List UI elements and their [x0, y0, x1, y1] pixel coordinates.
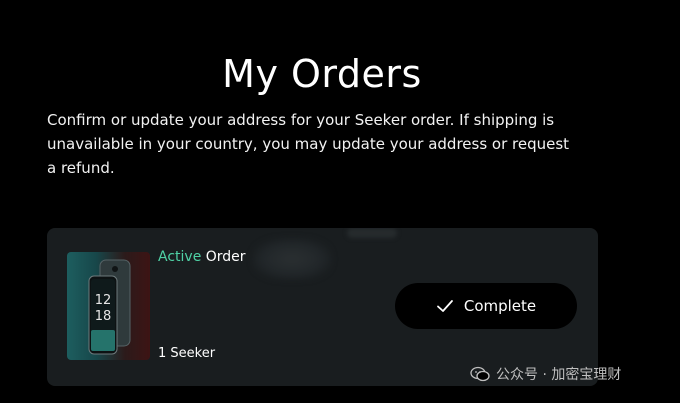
phone-clock-hours: 12: [95, 293, 112, 308]
order-quantity: 1 Seeker: [158, 346, 216, 361]
watermark-text: 公众号 · 加密宝理财: [496, 367, 622, 383]
watermark: 公众号 · 加密宝理财: [470, 364, 621, 384]
product-image: 12 18: [67, 252, 150, 360]
page-description: Confirm or update your address for your …: [47, 111, 570, 177]
wechat-icon: [470, 366, 490, 382]
seeker-phone-image: 12 18: [88, 259, 131, 355]
redacted-order-id: [252, 238, 332, 280]
phone-clock-minutes: 18: [95, 309, 112, 324]
order-card: 12 18 Active Order 1 Seeker Complete: [47, 228, 598, 386]
check-icon: [436, 297, 454, 315]
complete-button-label: Complete: [463, 297, 537, 315]
orders-page: My Orders Confirm or update your address…: [0, 0, 680, 403]
complete-button[interactable]: Complete: [395, 283, 577, 329]
order-status: Active Order: [158, 249, 246, 265]
status-suffix-label: Order: [205, 249, 246, 265]
redacted-detail: [347, 228, 397, 238]
page-title: My Orders: [222, 52, 422, 96]
status-active-label: Active: [158, 249, 202, 265]
